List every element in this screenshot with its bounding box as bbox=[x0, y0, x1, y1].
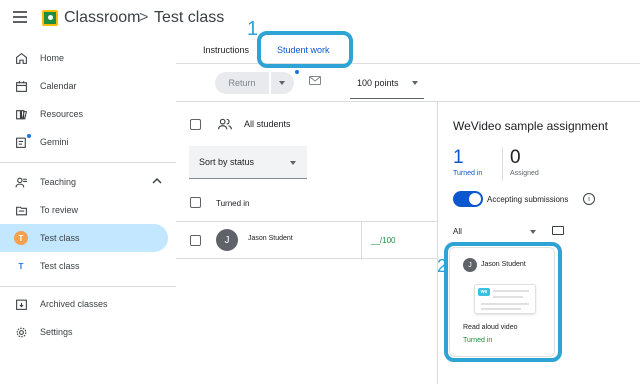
sidebar-divider bbox=[0, 162, 176, 163]
class-avatar-wrap: T bbox=[14, 259, 28, 273]
app-title[interactable]: Classroom bbox=[64, 9, 140, 27]
notification-dot bbox=[27, 134, 31, 138]
tab-instructions[interactable]: Instructions bbox=[203, 45, 249, 55]
callout-number: 1 bbox=[247, 18, 259, 40]
filter-value: All bbox=[453, 227, 462, 236]
grade-cell[interactable]: __/100 bbox=[361, 222, 438, 260]
caret-down-icon bbox=[290, 161, 296, 165]
points-select[interactable]: 100 points bbox=[350, 67, 424, 99]
settings-icon bbox=[14, 325, 28, 339]
class-avatar: T bbox=[14, 231, 28, 245]
accepting-submissions-toggle[interactable] bbox=[453, 191, 483, 207]
sidebar-item-label: Resources bbox=[40, 109, 84, 119]
class-avatar: T bbox=[14, 259, 28, 273]
email-icon[interactable] bbox=[309, 76, 321, 85]
classroom-logo-icon[interactable] bbox=[42, 10, 58, 26]
sidebar-item-label: To review bbox=[40, 205, 79, 215]
assigned-count[interactable]: 0 bbox=[510, 147, 521, 169]
sidebar-item-label: Test class bbox=[40, 261, 80, 271]
people-icon bbox=[218, 117, 232, 130]
sidebar-item-settings[interactable]: Settings bbox=[0, 318, 168, 346]
tab-bar: Instructions Student work bbox=[176, 38, 640, 64]
stat-divider bbox=[502, 147, 503, 181]
chevron-up-icon[interactable] bbox=[152, 177, 162, 188]
sidebar-divider bbox=[0, 286, 176, 287]
breadcrumb-separator: > bbox=[139, 9, 149, 26]
grade-value: __/100 bbox=[371, 236, 396, 245]
select-all-checkbox[interactable] bbox=[190, 119, 201, 130]
assigned-label[interactable]: Assigned bbox=[510, 170, 539, 177]
sidebar-item-test-class[interactable]: T Test class bbox=[0, 252, 168, 280]
student-roster: All students Sort by status Turned in J … bbox=[176, 102, 438, 384]
gemini-icon bbox=[14, 135, 28, 149]
accepting-submissions-label: Accepting submissions bbox=[487, 195, 569, 204]
avatar: J bbox=[216, 229, 238, 251]
sort-label: Sort by status bbox=[199, 157, 255, 167]
sidebar-section-label: Teaching bbox=[40, 177, 77, 187]
points-value: 100 points bbox=[357, 77, 399, 88]
callout-box-submission-card bbox=[444, 242, 562, 362]
table-row[interactable]: J Jason Student __/100 bbox=[176, 221, 438, 260]
sidebar-item-gemini[interactable]: Gemini bbox=[0, 128, 168, 156]
archive-icon bbox=[14, 297, 28, 311]
sidebar-item-label: Settings bbox=[40, 327, 73, 337]
sidebar-item-resources[interactable]: Resources bbox=[0, 100, 168, 128]
sidebar-item-calendar[interactable]: Calendar bbox=[0, 72, 168, 100]
caret-down-icon[interactable] bbox=[530, 230, 536, 234]
sidebar-item-to-review[interactable]: To review bbox=[0, 196, 168, 224]
class-avatar-wrap: T bbox=[14, 231, 28, 245]
student-name[interactable]: Jason Student bbox=[248, 235, 293, 242]
group-header-turned-in: Turned in bbox=[216, 199, 250, 208]
teaching-icon bbox=[14, 175, 28, 189]
assignment-title: WeVideo sample assignment bbox=[453, 119, 608, 133]
to-review-icon bbox=[14, 203, 28, 217]
sidebar-item-label: Archived classes bbox=[40, 299, 108, 309]
group-checkbox[interactable] bbox=[190, 197, 201, 208]
home-icon bbox=[14, 51, 28, 65]
callout-box-student-work bbox=[257, 31, 353, 68]
calendar-icon bbox=[14, 79, 28, 93]
sidebar: Home Calendar Resources Gemini Teaching bbox=[0, 38, 176, 384]
turned-in-label[interactable]: Turned in bbox=[453, 170, 482, 177]
main-menu-icon[interactable] bbox=[13, 11, 27, 23]
all-students-label[interactable]: All students bbox=[244, 119, 291, 129]
folder-icon[interactable] bbox=[552, 226, 564, 235]
sidebar-item-label: Home bbox=[40, 53, 65, 63]
return-button[interactable]: Return bbox=[215, 72, 269, 94]
sidebar-section-teaching[interactable]: Teaching bbox=[0, 168, 168, 196]
toolbar: Return 100 points bbox=[176, 64, 640, 102]
resources-icon bbox=[14, 107, 28, 121]
sort-by-status-select[interactable]: Sort by status bbox=[189, 146, 307, 179]
caret-down-icon bbox=[279, 81, 285, 85]
turned-in-count[interactable]: 1 bbox=[453, 147, 464, 169]
sidebar-item-test-class-active[interactable]: T Test class bbox=[0, 224, 168, 252]
return-options-button[interactable] bbox=[271, 72, 294, 94]
filter-select[interactable]: All bbox=[453, 227, 462, 236]
sidebar-item-label: Test class bbox=[40, 233, 80, 243]
sidebar-item-label: Calendar bbox=[40, 81, 77, 91]
info-icon[interactable]: i bbox=[583, 193, 595, 205]
assignment-panel: WeVideo sample assignment 1 Turned in 0 … bbox=[437, 102, 640, 384]
notification-dot bbox=[295, 70, 299, 74]
callout-number: 2 bbox=[437, 256, 448, 276]
sidebar-item-archived-classes[interactable]: Archived classes bbox=[0, 290, 168, 318]
sidebar-item-home[interactable]: Home bbox=[0, 44, 168, 72]
breadcrumb-class-name[interactable]: Test class bbox=[154, 9, 224, 27]
main-content: Instructions Student work 1 Return 100 p… bbox=[176, 18, 640, 384]
caret-down-icon bbox=[412, 81, 418, 85]
student-checkbox[interactable] bbox=[190, 235, 201, 246]
sidebar-item-label: Gemini bbox=[40, 137, 69, 147]
